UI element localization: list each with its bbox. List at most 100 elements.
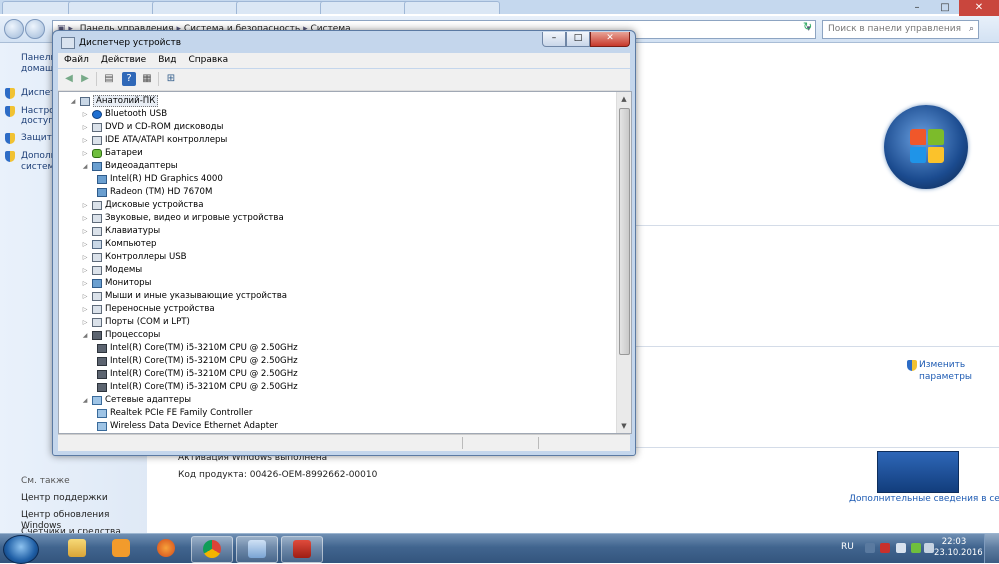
taskbar-control-panel[interactable] [236, 536, 278, 563]
tree-category[interactable]: ▷ Дисковые устройства [80, 199, 204, 212]
scroll-down-icon[interactable]: ▼ [617, 420, 631, 432]
scroll-up-icon[interactable]: ▲ [617, 93, 631, 105]
expand-triangle-icon[interactable]: ▷ [80, 316, 90, 329]
start-button[interactable] [3, 535, 39, 564]
collapse-triangle-icon[interactable]: ◢ [80, 329, 90, 342]
back-icon[interactable] [4, 19, 24, 39]
collapse-triangle-icon[interactable]: ◢ [80, 160, 90, 173]
minimize-button[interactable]: – [542, 32, 566, 47]
refresh-icon[interactable]: ↻ [803, 20, 812, 33]
mouse-icon [92, 292, 102, 301]
flag-blue [910, 147, 926, 163]
maximize-icon[interactable]: □ [931, 0, 959, 16]
action-center-icon[interactable] [880, 543, 890, 553]
tree-category[interactable]: ▷ IDE ATA/ATAPI контроллеры [80, 134, 227, 147]
tree-category-expanded[interactable]: ◢ Видеоадаптеры [80, 160, 178, 173]
menu-help[interactable]: Справка [182, 53, 234, 68]
expand-triangle-icon[interactable]: ▷ [80, 121, 90, 134]
properties-view-icon[interactable]: ▤ [102, 72, 116, 86]
expand-triangle-icon[interactable]: ▷ [80, 108, 90, 121]
tree-category[interactable]: ▷ Контроллеры USB [80, 251, 187, 264]
expand-triangle-icon[interactable]: ▷ [80, 134, 90, 147]
background-tab[interactable] [68, 1, 164, 14]
tree-category[interactable]: ▷ Порты (COM и LPT) [80, 316, 190, 329]
expand-triangle-icon[interactable]: ▷ [80, 147, 90, 160]
collapse-triangle-icon[interactable]: ◢ [68, 95, 78, 108]
collapse-triangle-icon[interactable]: ◢ [80, 394, 90, 407]
scan-hardware-icon[interactable]: ⊞ [164, 72, 178, 86]
taskbar-chrome[interactable] [191, 536, 233, 563]
background-tab[interactable] [320, 1, 416, 14]
expand-triangle-icon[interactable]: ▷ [80, 303, 90, 316]
menu-action[interactable]: Действие [95, 53, 152, 68]
maximize-button[interactable]: □ [566, 32, 590, 47]
tree-device[interactable]: Intel(R) Core(TM) i5-3210M CPU @ 2.50GHz [95, 355, 298, 368]
tree-device[interactable]: Intel(R) Core(TM) i5-3210M CPU @ 2.50GHz [95, 342, 298, 355]
link-support-center[interactable]: Центр поддержки [21, 493, 108, 504]
taskbar-media-player[interactable] [101, 536, 141, 561]
tree-category-expanded[interactable]: ◢ Процессоры [80, 329, 160, 342]
scrollbar-thumb[interactable] [619, 108, 630, 355]
taskbar-device-manager[interactable] [281, 536, 323, 563]
background-tab[interactable] [404, 1, 500, 14]
tree-category[interactable]: ▷ Мониторы [80, 277, 151, 290]
tree-device[interactable]: Radeon (TM) HD 7670M [95, 186, 212, 199]
expand-triangle-icon[interactable]: ▷ [80, 290, 90, 303]
minimize-icon[interactable]: – [903, 0, 931, 16]
tree-category[interactable]: ▷ Bluetooth USB [80, 108, 167, 121]
close-button[interactable]: ✕ [590, 32, 630, 47]
tree-device[interactable]: Intel(R) Core(TM) i5-3210M CPU @ 2.50GHz [95, 381, 298, 394]
tree-category[interactable]: ▷ Модемы [80, 264, 142, 277]
nav-link-remote-cont[interactable]: доступ [21, 116, 54, 127]
tree-category[interactable]: ▷ Звуковые, видео и игровые устройства [80, 212, 284, 225]
tree-device[interactable]: Intel(R) HD Graphics 4000 [95, 173, 223, 186]
taskbar-explorer[interactable] [57, 536, 97, 561]
taskbar-firefox[interactable] [146, 536, 186, 561]
tree-category-expanded[interactable]: ◢ Сетевые адаптеры [80, 394, 191, 407]
expand-triangle-icon[interactable]: ▷ [80, 277, 90, 290]
tree-device[interactable]: Intel(R) Core(TM) i5-3210M CPU @ 2.50GHz [95, 368, 298, 381]
more-info-online-link[interactable]: Дополнительные сведения в сети... [849, 494, 999, 504]
show-desktop-button[interactable] [984, 534, 999, 563]
power-icon[interactable] [911, 543, 921, 553]
tree-category[interactable]: ▷ DVD и CD-ROM дисководы [80, 121, 223, 134]
tray-show-hidden-icon[interactable] [865, 543, 875, 553]
nav-link-panel[interactable]: Панель [21, 53, 56, 64]
tree-device[interactable]: Wireless Data Device Ethernet Adapter [95, 420, 278, 433]
tree-category[interactable]: ▷ Мыши и иные указывающие устройства [80, 290, 287, 303]
volume-icon[interactable] [924, 543, 934, 553]
tree-category[interactable]: ▷ Батареи [80, 147, 143, 160]
expand-triangle-icon[interactable]: ▷ [80, 199, 90, 212]
change-settings-link-cont[interactable]: параметры [919, 372, 972, 382]
background-tab[interactable] [236, 1, 332, 14]
tree-root[interactable]: ◢ Анатолий-ПК [68, 95, 159, 108]
expand-triangle-icon[interactable]: ▷ [80, 212, 90, 225]
change-settings-link[interactable]: Изменить [919, 360, 965, 370]
expand-triangle-icon[interactable]: ▷ [80, 238, 90, 251]
disk-drive-icon [92, 201, 102, 210]
expand-triangle-icon[interactable]: ▷ [80, 225, 90, 238]
language-indicator[interactable]: RU [841, 542, 854, 552]
nav-link-device-manager[interactable]: Диспет [21, 88, 56, 99]
help-icon[interactable]: ? [122, 72, 136, 86]
nav-link-advanced-cont[interactable]: систем [21, 162, 54, 173]
tree-category[interactable]: ▷ Клавиатуры [80, 225, 160, 238]
clock[interactable]: 22:03 23.10.2016 [934, 537, 983, 559]
close-icon[interactable]: ✕ [959, 0, 999, 16]
expand-triangle-icon[interactable]: ▷ [80, 264, 90, 277]
menu-view[interactable]: Вид [152, 53, 182, 68]
forward-arrow-icon[interactable]: ▶ [78, 72, 92, 86]
vertical-scrollbar[interactable]: ▲ ▼ [616, 92, 631, 433]
back-arrow-icon[interactable]: ◀ [62, 72, 76, 86]
forward-icon[interactable] [25, 19, 45, 39]
menu-file[interactable]: Файл [58, 53, 95, 68]
tree-category[interactable]: ▷ Переносные устройства [80, 303, 215, 316]
expand-triangle-icon[interactable]: ▷ [80, 251, 90, 264]
search-input[interactable]: Поиск в панели управления ⌕ [822, 20, 979, 39]
background-tab[interactable] [152, 1, 248, 14]
network-icon[interactable] [896, 543, 906, 553]
tree-category[interactable]: ▷ Компьютер [80, 238, 157, 251]
nav-link-panel-cont[interactable]: домаш [21, 64, 53, 75]
show-hidden-icon[interactable]: ▦ [140, 72, 154, 86]
tree-device[interactable]: Realtek PCIe FE Family Controller [95, 407, 252, 420]
